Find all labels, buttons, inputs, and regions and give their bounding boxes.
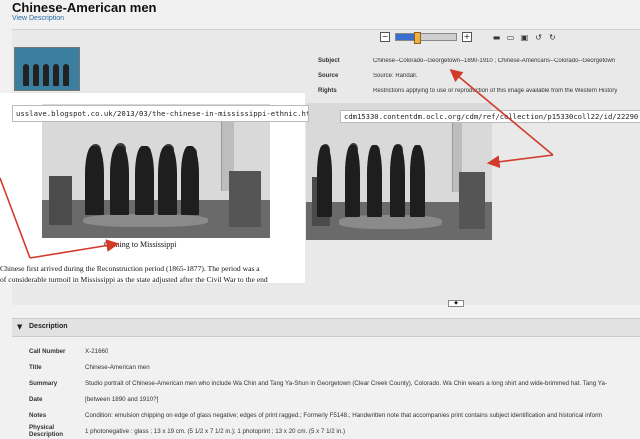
description-row: Date [between 1890 and 1910?] [29,391,640,407]
description-value: Chinese-American men [85,363,150,371]
photo-person [367,145,383,217]
metadata-row: Rights Restrictions applying to use or r… [318,83,640,98]
description-row: Title Chinese-American men [29,359,640,375]
photo-rug [339,215,442,230]
url-overlay-blog: usslave.blogspot.co.uk/2013/03/the-chine… [12,105,309,122]
description-label: Call Number [29,347,66,355]
article-text: Chinese first arrived during the Reconst… [0,263,304,296]
description-label: Date [29,395,43,403]
zoom-out-button[interactable]: − [380,32,390,42]
metadata-label: Source [318,72,339,79]
zoom-slider[interactable] [395,32,457,44]
page-icon[interactable]: ▭ [506,33,515,42]
print-icon[interactable]: ▣ [520,33,529,42]
description-value: Condition: emulsion chipping on edge of … [85,411,603,419]
description-value: 1 photonegative : glass ; 13 x 19 cm. (5… [85,427,346,435]
article-line: Chinese first arrived during the Reconst… [0,264,260,273]
resize-handle[interactable]: ◆ [448,300,464,307]
metadata-value[interactable]: Chinese--Colorado--Georgetown--1890-1910… [373,58,615,64]
description-title: Description [29,323,68,330]
photo-chair [48,176,72,225]
thumbnail-figure [53,64,59,86]
photo-person [317,145,333,217]
photo-person [85,145,104,216]
metadata-value: Restrictions applying to use or reproduc… [373,87,618,94]
photo-person [181,145,200,216]
url-overlay-contentdm: cdm15330.contentdm.oclc.org/cdm/ref/coll… [340,110,640,123]
thumbnail-figure [23,64,29,86]
photo-caption: Coming to Mississippi [104,240,177,249]
photo-person [345,145,360,217]
thumbnail-image[interactable] [14,47,80,91]
article-line: of considerable turmoil in Mississippi a… [0,275,268,284]
photo-chair [458,171,485,230]
description-value: [between 1890 and 1910?] [85,395,159,403]
view-description-link[interactable]: View Description [12,15,64,22]
zoom-slider-handle[interactable] [414,32,421,44]
thumbnail-figure [33,64,39,86]
description-value: Studio portrait of Chinese-American men … [85,379,607,387]
zoom-in-button[interactable]: + [462,32,472,42]
rotate-right-icon[interactable]: ↻ [548,33,557,42]
metadata-label: Rights [318,87,337,94]
photo-person [135,145,154,216]
photo-person [110,145,129,216]
rotate-left-icon[interactable]: ↺ [534,33,543,42]
description-label: Summary [29,379,58,387]
photo-person [158,145,177,216]
thumbnail-figure [43,64,49,86]
photo-rug [83,213,209,228]
page-title: Chinese-American men [12,0,157,15]
description-label: Physical Description [29,424,64,438]
main-photo[interactable] [306,103,492,240]
description-row: Summary Studio portrait of Chinese-Ameri… [29,375,640,391]
description-header[interactable]: ▼ Description [12,318,640,337]
viewer-toolbar: − + ▬ ▭ ▣ ↺ ↻ [380,31,636,44]
description-table: Call Number X-21660 Title Chinese-Americ… [29,343,640,439]
description-row: Call Number X-21660 [29,343,640,359]
metadata-value: Source: Randall. [373,72,418,79]
photo-scene [306,103,492,240]
collapse-arrow-icon[interactable]: ▼ [17,323,22,331]
blog-photo [42,104,270,238]
photo-person [410,145,426,217]
photo-person [389,145,405,217]
description-value: X-21660 [85,347,109,355]
metadata-row: Source Source: Randall. [318,68,640,83]
article-line-faded [0,285,304,296]
photo-chair [228,171,261,228]
metadata-table: Subject Chinese--Colorado--Georgetown--1… [318,53,640,98]
fit-window-icon[interactable]: ▬ [492,33,501,42]
description-label: Title [29,363,42,371]
description-label: Notes [29,411,47,419]
metadata-row: Subject Chinese--Colorado--Georgetown--1… [318,53,640,68]
thumbnail-figure [63,64,69,86]
description-row: Physical Description 1 photonegative : g… [29,423,640,439]
metadata-label: Subject [318,57,340,64]
description-row: Notes Condition: emulsion chipping on ed… [29,407,640,423]
